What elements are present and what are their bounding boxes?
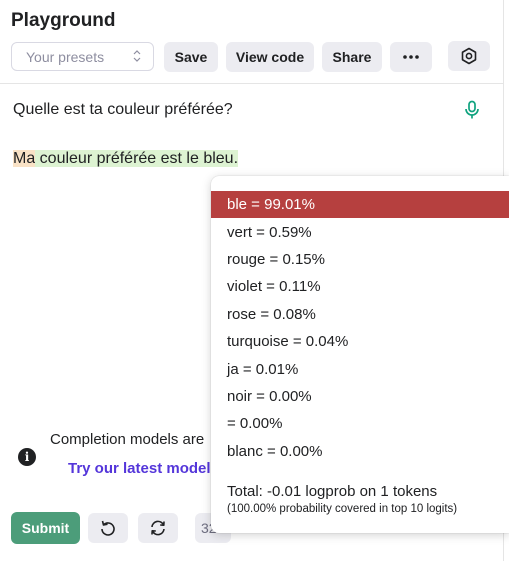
mic-icon bbox=[465, 100, 479, 119]
more-icon bbox=[403, 55, 419, 59]
undo-icon bbox=[101, 520, 115, 536]
regenerate-icon bbox=[151, 520, 165, 536]
completion-token[interactable]: Ma bbox=[13, 150, 36, 167]
more-button[interactable] bbox=[390, 42, 432, 72]
logprob-option[interactable]: blanc = 0.00% bbox=[211, 438, 509, 465]
logprob-option[interactable]: turquoise = 0.04% bbox=[211, 328, 509, 355]
completion-text[interactable]: Ma couleur préférée est le bleu. bbox=[13, 149, 239, 169]
logprob-option[interactable]: rouge = 0.15% bbox=[211, 246, 509, 273]
try-latest-model-link[interactable]: Try our latest model bbox=[68, 460, 211, 477]
logprob-coverage: (100.00% probability covered in top 10 l… bbox=[227, 503, 458, 515]
regenerate-button[interactable] bbox=[138, 513, 178, 543]
mic-button[interactable] bbox=[463, 100, 481, 125]
settings-icon bbox=[461, 47, 477, 65]
presets-select[interactable]: Your presets bbox=[11, 42, 154, 71]
info-icon: i bbox=[18, 448, 36, 466]
logprobs-popover: ble = 99.01% vert = 0.59% rouge = 0.15% … bbox=[211, 176, 509, 533]
logprobs-list: ble = 99.01% vert = 0.59% rouge = 0.15% … bbox=[211, 191, 509, 465]
logprob-total: Total: -0.01 logprob on 1 tokens bbox=[227, 483, 438, 500]
undo-button[interactable] bbox=[88, 513, 128, 543]
share-button[interactable]: Share bbox=[322, 42, 382, 72]
submit-button[interactable]: Submit bbox=[11, 512, 80, 544]
logprob-option[interactable]: rose = 0.08% bbox=[211, 301, 509, 328]
header-divider bbox=[0, 83, 503, 84]
logprob-option[interactable]: vert = 0.59% bbox=[211, 218, 509, 245]
logprob-option[interactable]: ble = 99.01% bbox=[211, 191, 509, 219]
save-button[interactable]: Save bbox=[164, 42, 218, 72]
logprob-option[interactable]: violet = 0.11% bbox=[211, 273, 509, 300]
presets-placeholder: Your presets bbox=[26, 48, 105, 65]
view-code-button[interactable]: View code bbox=[226, 42, 314, 72]
completion-token[interactable]: couleur préférée est le bleu. bbox=[35, 150, 239, 167]
settings-button[interactable] bbox=[448, 41, 490, 71]
prompt-text[interactable]: Quelle est ta couleur préférée? bbox=[13, 101, 233, 119]
logprob-option[interactable]: = 0.00% bbox=[211, 410, 509, 437]
logprob-option[interactable]: noir = 0.00% bbox=[211, 383, 509, 410]
chevron-updown-icon bbox=[133, 50, 141, 62]
logprob-option[interactable]: ja = 0.01% bbox=[211, 355, 509, 382]
page-title: Playground bbox=[11, 10, 116, 31]
deprecation-notice: Completion models are bbox=[50, 431, 205, 448]
